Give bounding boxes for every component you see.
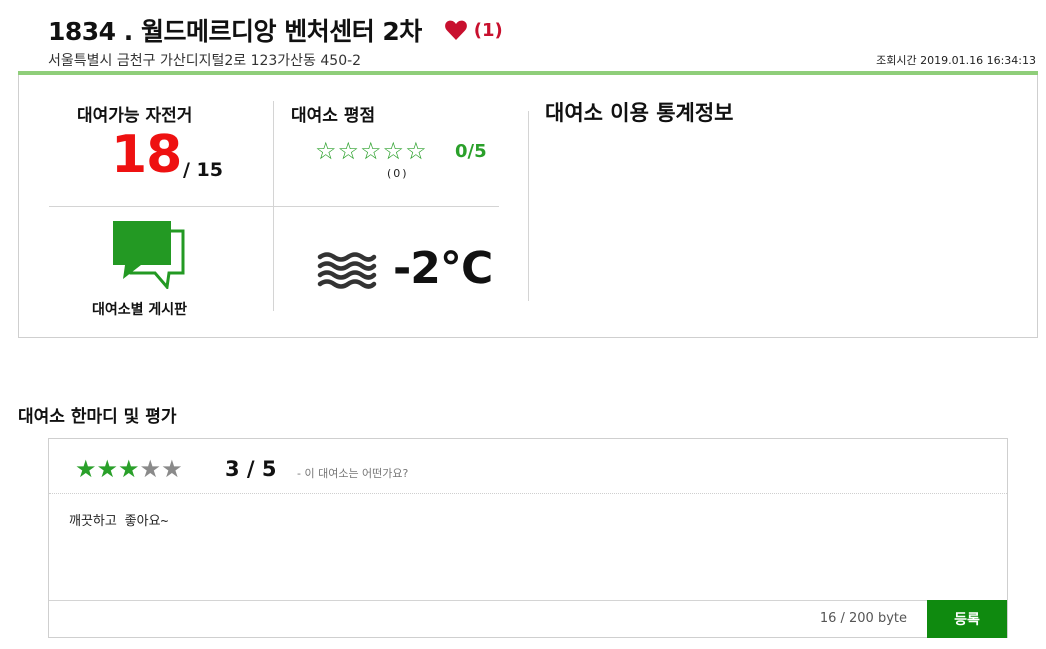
star-empty-icon[interactable]: ★ <box>161 455 183 483</box>
station-info-panel: 대여가능 자전거 18 / 15 대여소 평점 ☆☆☆☆☆ 0/5 (0) 대여… <box>18 75 1038 338</box>
review-hint: - 이 대여소는 어떤가요? <box>297 467 409 480</box>
fog-icon <box>317 251 377 293</box>
usage-stats-title: 대여소 이용 통계정보 <box>545 101 734 125</box>
row-divider <box>49 206 499 207</box>
available-bikes-label: 대여가능 자전거 <box>77 106 193 126</box>
heart-icon[interactable] <box>444 19 468 41</box>
station-address: 서울특별시 금천구 가산디지털2로 123가산동 450-2 <box>48 53 362 69</box>
review-textarea[interactable]: 깨끗하고 좋아요~ <box>49 494 1007 600</box>
review-star-rating[interactable]: ★★★★★ <box>75 455 183 483</box>
lookup-time: 조회시간 2019.01.16 16:34:13 <box>876 54 1036 67</box>
title-row: 1834 . 월드메르디앙 벤처센터 2차 (1) <box>48 12 503 48</box>
station-rating-stars: ☆☆☆☆☆ <box>315 137 428 165</box>
review-footer-divider <box>49 600 1007 601</box>
station-title: 1834 . 월드메르디앙 벤처센터 2차 <box>48 17 422 46</box>
star-filled-icon[interactable]: ★ <box>97 455 119 483</box>
bike-rack-total: / 15 <box>183 159 223 181</box>
byte-counter: 16 / 200 byte <box>819 611 907 626</box>
star-filled-icon[interactable]: ★ <box>75 455 97 483</box>
review-score: 3 / 5 <box>225 457 277 481</box>
star-empty-icon[interactable]: ★ <box>140 455 162 483</box>
station-rating-count: (0) <box>387 167 409 180</box>
chat-bubbles-icon[interactable] <box>111 219 185 293</box>
station-rating-score: 0/5 <box>455 141 487 162</box>
review-section-heading: 대여소 한마디 및 평가 <box>18 407 177 427</box>
review-form: ★★★★★ 3 / 5 - 이 대여소는 어떤가요? 깨끗하고 좋아요~ 16 … <box>48 438 1008 638</box>
submit-review-button[interactable]: 등록 <box>927 600 1007 638</box>
column-divider <box>528 111 529 301</box>
station-rating-label: 대여소 평점 <box>291 106 376 126</box>
favorite-count: (1) <box>473 19 503 41</box>
station-board-link[interactable]: 대여소별 게시판 <box>92 299 187 319</box>
star-filled-icon[interactable]: ★ <box>118 455 140 483</box>
available-bikes-count: 18 <box>111 125 182 185</box>
temperature-reading: -2℃ <box>393 243 493 294</box>
